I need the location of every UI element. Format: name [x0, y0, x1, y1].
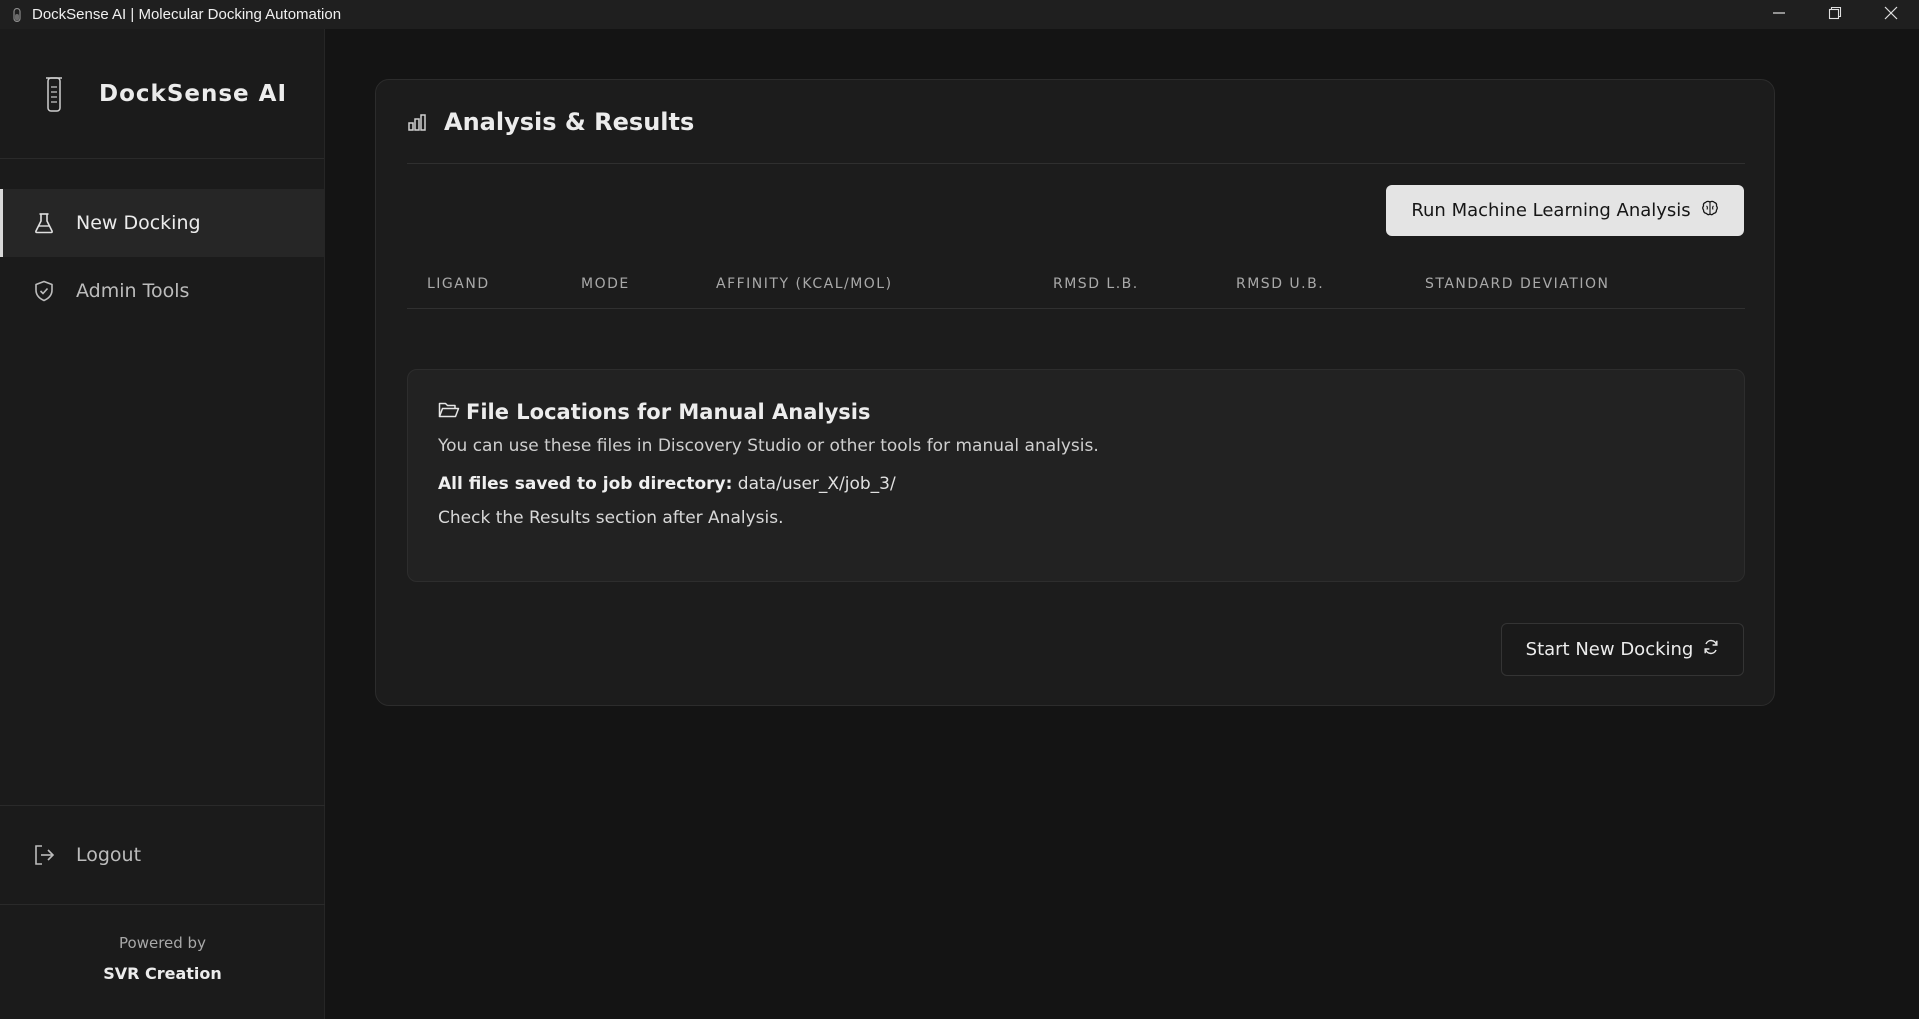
- bar-chart-icon: [407, 111, 429, 133]
- window-titlebar: DockSense AI | Molecular Docking Automat…: [0, 0, 1919, 29]
- folder-open-icon: [438, 401, 460, 423]
- test-tube-icon: [12, 7, 22, 22]
- flask-icon: [33, 212, 55, 234]
- sidebar-item-new-docking[interactable]: New Docking: [0, 189, 324, 257]
- brand-name: DockSense AI: [99, 80, 288, 107]
- sidebar-item-label: New Docking: [76, 212, 201, 234]
- sidebar-nav: New Docking Admin Tools: [0, 189, 324, 325]
- minimize-icon: [1772, 5, 1786, 24]
- close-icon: [1884, 5, 1898, 24]
- powered-by-text: Powered by: [119, 934, 206, 952]
- ml-button-label: Run Machine Learning Analysis: [1411, 200, 1691, 221]
- minimize-button[interactable]: [1751, 0, 1807, 29]
- file-locations-heading: File Locations for Manual Analysis: [438, 400, 1714, 424]
- analysis-results-card: Analysis & Results Run Machine Learning …: [375, 79, 1775, 706]
- column-header-mode: Mode: [581, 276, 630, 292]
- results-note: Check the Results section after Analysis…: [438, 508, 784, 528]
- job-directory-label: All files saved to job directory:: [438, 474, 733, 494]
- logout-section: Logout: [0, 805, 325, 905]
- results-table-header: Ligand Mode Affinity (kcal/mol) RMSD l.b…: [407, 264, 1745, 309]
- window-controls: [1751, 0, 1919, 29]
- window-title: DockSense AI | Molecular Docking Automat…: [32, 6, 342, 23]
- sidebar: DockSense AI New Docking Admin Tools Log…: [0, 29, 325, 1019]
- logout-icon: [33, 844, 55, 866]
- card-header: Analysis & Results: [407, 80, 1745, 164]
- company-name: SVR Creation: [103, 964, 222, 983]
- test-tube-icon: [39, 74, 69, 114]
- run-ml-analysis-button[interactable]: Run Machine Learning Analysis: [1386, 185, 1744, 236]
- file-locations-title: File Locations for Manual Analysis: [466, 400, 871, 424]
- sidebar-item-label: Admin Tools: [76, 280, 190, 302]
- column-header-rmsd-lb: RMSD l.b.: [1053, 276, 1139, 292]
- start-new-docking-button[interactable]: Start New Docking: [1501, 623, 1744, 676]
- page-title: Analysis & Results: [444, 107, 695, 136]
- shield-check-icon: [33, 280, 55, 302]
- job-directory-line: All files saved to job directory: data/u…: [438, 474, 1714, 494]
- restore-icon: [1828, 5, 1842, 24]
- refresh-icon: [1703, 639, 1719, 660]
- logout-label: Logout: [76, 844, 142, 866]
- column-header-std-dev: Standard Deviation: [1425, 276, 1610, 292]
- logout-button[interactable]: Logout: [0, 821, 325, 889]
- new-docking-label: Start New Docking: [1525, 639, 1694, 660]
- column-header-rmsd-ub: RMSD u.b.: [1236, 276, 1325, 292]
- brand: DockSense AI: [0, 29, 324, 159]
- close-button[interactable]: [1863, 0, 1919, 29]
- sidebar-footer: Powered by SVR Creation: [0, 934, 325, 983]
- maximize-button[interactable]: [1807, 0, 1863, 29]
- column-header-ligand: Ligand: [427, 276, 490, 292]
- job-directory-path: data/user_X/job_3/: [737, 474, 896, 494]
- file-locations-panel: File Locations for Manual Analysis You c…: [407, 369, 1745, 582]
- sidebar-item-admin-tools[interactable]: Admin Tools: [0, 257, 324, 325]
- column-header-affinity: Affinity (kcal/mol): [716, 276, 893, 292]
- file-locations-description: You can use these files in Discovery Stu…: [438, 436, 1099, 456]
- brain-icon: [1701, 199, 1719, 222]
